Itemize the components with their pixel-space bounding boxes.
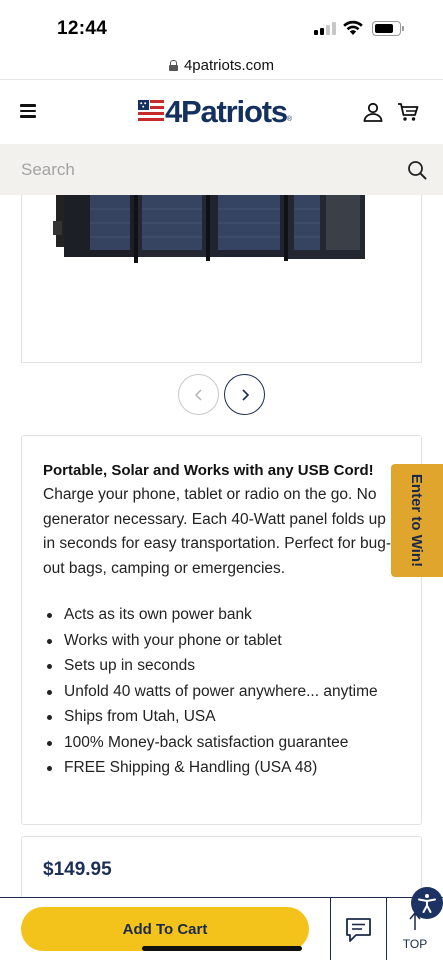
chevron-left-icon xyxy=(194,388,202,401)
chevron-right-icon xyxy=(241,388,249,401)
accessibility-icon xyxy=(418,894,436,913)
product-description: Charge your phone, tablet or radio on th… xyxy=(43,486,392,577)
feature-item: Sets up in seconds xyxy=(43,653,398,679)
battery-icon xyxy=(372,21,404,36)
feature-list: Acts as its own power bank Works with yo… xyxy=(43,602,398,781)
status-bar: 12:44 xyxy=(0,0,443,52)
product-headline: Portable, Solar and Works with any USB C… xyxy=(43,462,374,479)
search-bar xyxy=(0,144,443,195)
chat-icon xyxy=(346,917,371,942)
lock-icon xyxy=(168,60,178,71)
logo-registered-mark: ® xyxy=(286,116,293,123)
feature-item: 100% Money-back satisfaction guarantee xyxy=(43,730,398,756)
feature-item: FREE Shipping & Handling (USA 48) xyxy=(43,755,398,781)
product-price: $149.95 xyxy=(43,859,112,880)
feature-item: Works with your phone or tablet xyxy=(43,628,398,654)
logo-text: 4Patriots xyxy=(165,94,288,129)
enter-to-win-label: Enter to Win! xyxy=(408,473,426,568)
product-description-card: Portable, Solar and Works with any USB C… xyxy=(21,435,422,825)
url-text: 4patriots.com xyxy=(183,57,275,74)
carousel-prev-button[interactable] xyxy=(178,374,219,415)
browser-url-bar[interactable]: 4patriots.com xyxy=(0,52,443,80)
cart-icon[interactable] xyxy=(397,102,419,122)
product-image-card xyxy=(21,195,422,363)
search-icon[interactable] xyxy=(407,160,427,180)
home-indicator xyxy=(142,946,302,951)
wifi-icon xyxy=(343,20,363,35)
cellular-signal-icon xyxy=(314,22,336,35)
product-image-solar-panels xyxy=(53,195,365,263)
chat-button[interactable] xyxy=(331,898,386,960)
flag-logo-icon xyxy=(138,100,164,121)
feature-item: Acts as its own power bank xyxy=(43,602,398,628)
top-label: TOP xyxy=(402,937,428,951)
status-time: 12:44 xyxy=(57,18,108,39)
site-header: 4Patriots ® xyxy=(0,81,443,144)
add-to-cart-button[interactable]: Add To Cart xyxy=(21,907,309,951)
accessibility-button[interactable] xyxy=(411,887,443,919)
carousel-next-button[interactable] xyxy=(224,374,265,415)
enter-to-win-tab[interactable]: Enter to Win! xyxy=(391,464,443,577)
hamburger-menu-icon[interactable] xyxy=(20,104,36,118)
user-account-icon[interactable] xyxy=(363,102,383,122)
feature-item: Unfold 40 watts of power anywhere... any… xyxy=(43,679,398,705)
search-input[interactable] xyxy=(0,144,400,195)
feature-item: Ships from Utah, USA xyxy=(43,704,398,730)
price-card: $149.95 xyxy=(21,836,422,906)
site-logo[interactable]: 4Patriots ® xyxy=(138,94,293,129)
